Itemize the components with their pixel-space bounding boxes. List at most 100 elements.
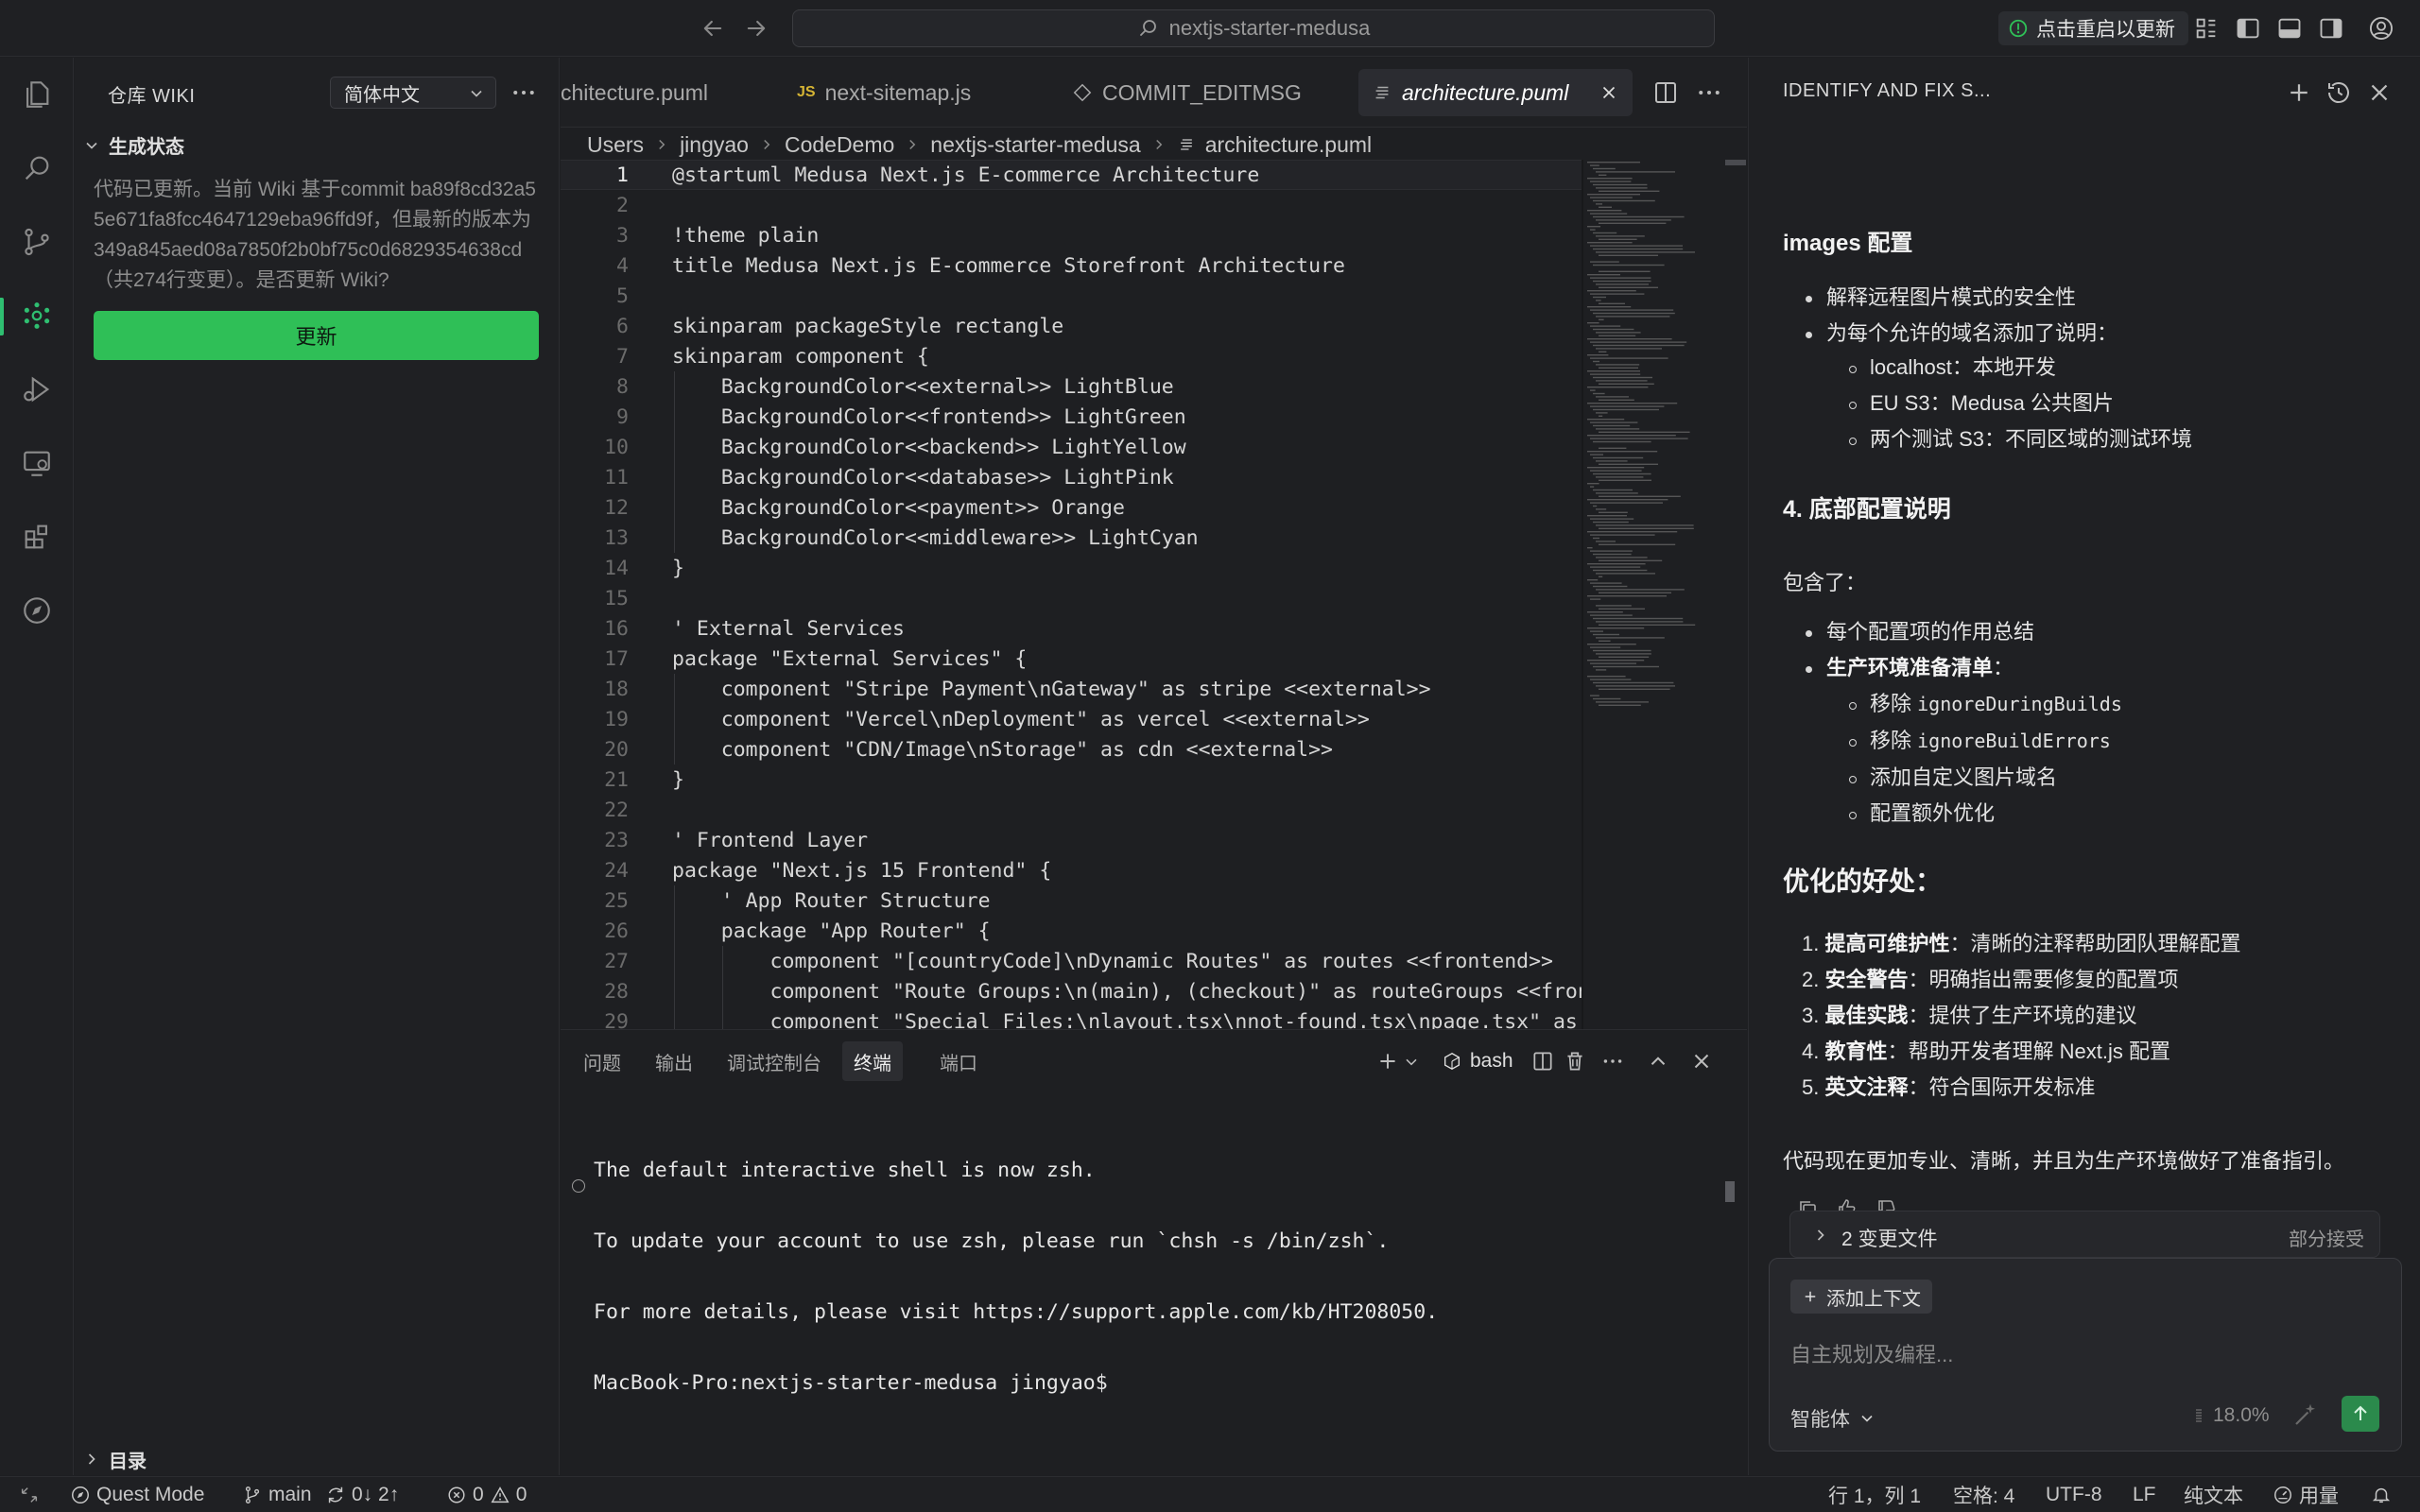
code-line[interactable]: 6 skinparam packageStyle rectangle bbox=[561, 311, 1582, 341]
code-line[interactable]: 7 skinparam component { bbox=[561, 341, 1582, 371]
code-line[interactable]: 14} bbox=[561, 553, 1582, 583]
extensions-icon[interactable] bbox=[21, 521, 53, 553]
breadcrumb-item[interactable]: architecture.puml bbox=[1205, 132, 1372, 158]
code-line[interactable]: 4 title Medusa Next.js E-commerce Storefr… bbox=[561, 250, 1582, 281]
breadcrumb-item[interactable]: jingyao bbox=[680, 132, 749, 158]
code-line[interactable]: 28 component "Route Groups:\n(main), (ch… bbox=[561, 976, 1582, 1006]
branch-indicator[interactable]: main bbox=[242, 1477, 312, 1512]
tab-architecture-puml-1[interactable]: chitecture.puml bbox=[547, 69, 721, 116]
remote-explorer-icon[interactable] bbox=[21, 447, 53, 479]
chevron-down-icon[interactable] bbox=[1402, 1049, 1421, 1074]
send-button[interactable] bbox=[2342, 1396, 2379, 1432]
tab-problems[interactable]: 问题 bbox=[572, 1041, 632, 1081]
toggle-panel-icon[interactable] bbox=[2276, 15, 2303, 42]
sparkle-wand-icon[interactable] bbox=[2291, 1400, 2320, 1429]
code-line[interactable]: 29 component "Special Files:\nlayout.tsx… bbox=[561, 1006, 1582, 1030]
code-line[interactable]: 11 BackgroundColor<<database>> LightPink bbox=[561, 462, 1582, 492]
run-debug-icon[interactable] bbox=[21, 373, 53, 405]
language-select[interactable]: 简体中文 bbox=[330, 77, 496, 109]
split-editor-icon[interactable] bbox=[1651, 78, 1680, 107]
usage-indicator[interactable]: 用量 bbox=[2273, 1477, 2339, 1512]
code-line[interactable]: 8 BackgroundColor<<external>> LightBlue bbox=[561, 371, 1582, 402]
tab-commit-editmsg[interactable]: COMMIT_EDITMSG bbox=[1059, 69, 1315, 116]
update-wiki-button[interactable]: 更新 bbox=[94, 311, 539, 360]
vertical-scrollbar[interactable] bbox=[1725, 160, 1746, 165]
code-line[interactable]: 15 bbox=[561, 583, 1582, 613]
changed-files-bar[interactable]: 2 变更文件 部分接受 bbox=[1789, 1211, 2380, 1258]
code-line[interactable]: 10 BackgroundColor<<backend>> LightYello… bbox=[561, 432, 1582, 462]
notifications-bell-icon[interactable] bbox=[2371, 1477, 2392, 1512]
code-line[interactable]: 23 ' Frontend Layer bbox=[561, 825, 1582, 855]
code-editor[interactable]: 1 @startuml Medusa Next.js E-commerce Arc… bbox=[561, 160, 1582, 1029]
language-mode[interactable]: 纯文本 bbox=[2184, 1477, 2243, 1512]
split-terminal-icon[interactable] bbox=[1530, 1049, 1555, 1074]
sync-indicator[interactable]: 0↓ 2↑ bbox=[325, 1477, 399, 1512]
code-line[interactable]: 12 BackgroundColor<<payment>> Orange bbox=[561, 492, 1582, 523]
close-icon[interactable] bbox=[2365, 78, 2394, 107]
tab-terminal[interactable]: 终端 bbox=[842, 1041, 903, 1081]
new-terminal-plus-icon[interactable] bbox=[1375, 1049, 1400, 1074]
back-arrow-icon[interactable] bbox=[700, 15, 726, 42]
minimap[interactable] bbox=[1583, 160, 1720, 727]
breadcrumb-item[interactable]: Users bbox=[587, 132, 644, 158]
code-line[interactable]: 25 ' App Router Structure bbox=[561, 885, 1582, 916]
code-line[interactable]: 27 component "[countryCode]\nDynamic Rou… bbox=[561, 946, 1582, 976]
generation-status-section[interactable]: 生成状态 bbox=[82, 131, 184, 159]
command-search-box[interactable]: nextjs-starter-medusa bbox=[792, 9, 1715, 47]
terminal-shell-indicator[interactable]: bash bbox=[1442, 1049, 1513, 1074]
tab-next-sitemap[interactable]: JS next-sitemap.js bbox=[784, 69, 984, 116]
line-ending[interactable]: LF bbox=[2133, 1477, 2156, 1512]
code-line[interactable]: 19 component "Vercel\nDeployment" as ver… bbox=[561, 704, 1582, 734]
compass-icon[interactable] bbox=[21, 594, 53, 627]
code-line[interactable]: 21} bbox=[561, 765, 1582, 795]
tab-output[interactable]: 输出 bbox=[644, 1041, 704, 1081]
tab-architecture-puml-active[interactable]: architecture.puml bbox=[1358, 69, 1633, 116]
search-icon[interactable] bbox=[21, 152, 53, 184]
encoding[interactable]: UTF-8 bbox=[2046, 1477, 2102, 1512]
code-line[interactable]: 16 ' External Services bbox=[561, 613, 1582, 644]
code-line[interactable]: 3 !theme plain bbox=[561, 220, 1582, 250]
maximize-panel-icon[interactable] bbox=[1646, 1049, 1670, 1074]
problems-indicator[interactable]: 0 0 bbox=[446, 1477, 527, 1512]
more-actions-icon[interactable] bbox=[1695, 78, 1723, 107]
chat-input[interactable] bbox=[1790, 1338, 2358, 1372]
tab-ports[interactable]: 端口 bbox=[928, 1041, 989, 1081]
new-chat-plus-icon[interactable] bbox=[2285, 78, 2313, 107]
code-line[interactable]: 9 BackgroundColor<<frontend>> LightGreen bbox=[561, 402, 1582, 432]
account-icon[interactable] bbox=[2368, 15, 2394, 42]
code-line[interactable]: 5 bbox=[561, 281, 1582, 311]
code-line[interactable]: 26 package "App Router" { bbox=[561, 916, 1582, 946]
agent-mode-select[interactable]: 智能体 bbox=[1790, 1404, 1876, 1433]
quest-mode-indicator[interactable]: Quest Mode bbox=[70, 1477, 204, 1512]
breadcrumb-item[interactable]: nextjs-starter-medusa bbox=[930, 132, 1140, 158]
explorer-files-icon[interactable] bbox=[21, 78, 53, 111]
code-line[interactable]: 13 BackgroundColor<<middleware>> LightCy… bbox=[561, 523, 1582, 553]
partial-accept-button[interactable]: 部分接受 bbox=[2289, 1224, 2364, 1251]
cursor-position[interactable]: 行 1，列 1 bbox=[1828, 1477, 1921, 1512]
code-line[interactable]: 22 bbox=[561, 795, 1582, 825]
source-control-icon[interactable] bbox=[21, 226, 53, 258]
repo-wiki-icon[interactable] bbox=[21, 300, 53, 332]
code-line[interactable]: 2 bbox=[561, 190, 1582, 220]
toggle-right-sidebar-icon[interactable] bbox=[2318, 15, 2344, 42]
forward-arrow-icon[interactable] bbox=[743, 15, 769, 42]
code-line[interactable]: 24 package "Next.js 15 Frontend" { bbox=[561, 855, 1582, 885]
code-line[interactable]: 1 @startuml Medusa Next.js E-commerce Arc… bbox=[561, 160, 1582, 190]
remote-indicator-icon[interactable] bbox=[0, 1477, 59, 1512]
breadcrumb-item[interactable]: CodeDemo bbox=[785, 132, 894, 158]
history-icon[interactable] bbox=[2325, 78, 2353, 107]
code-line[interactable]: 17 package "External Services" { bbox=[561, 644, 1582, 674]
restart-to-update-button[interactable]: 点击重启以更新 bbox=[1998, 11, 2188, 45]
code-line[interactable]: 20 component "CDN/Image\nStorage" as cdn… bbox=[561, 734, 1582, 765]
more-actions-icon[interactable] bbox=[1600, 1049, 1625, 1074]
close-icon[interactable] bbox=[1599, 82, 1619, 103]
tab-debug-console[interactable]: 调试控制台 bbox=[716, 1041, 833, 1081]
add-context-button[interactable]: 添加上下文 bbox=[1790, 1280, 1932, 1314]
layout-grid-icon[interactable] bbox=[2193, 15, 2220, 42]
indentation[interactable]: 空格: 4 bbox=[1953, 1477, 2014, 1512]
terminal-output[interactable]: The default interactive shell is now zsh… bbox=[594, 1111, 1438, 1442]
trash-icon[interactable] bbox=[1563, 1049, 1587, 1074]
terminal-scrollbar[interactable] bbox=[1725, 1181, 1735, 1202]
toggle-left-sidebar-icon[interactable] bbox=[2235, 15, 2261, 42]
code-line[interactable]: 18 component "Stripe Payment\nGateway" a… bbox=[561, 674, 1582, 704]
